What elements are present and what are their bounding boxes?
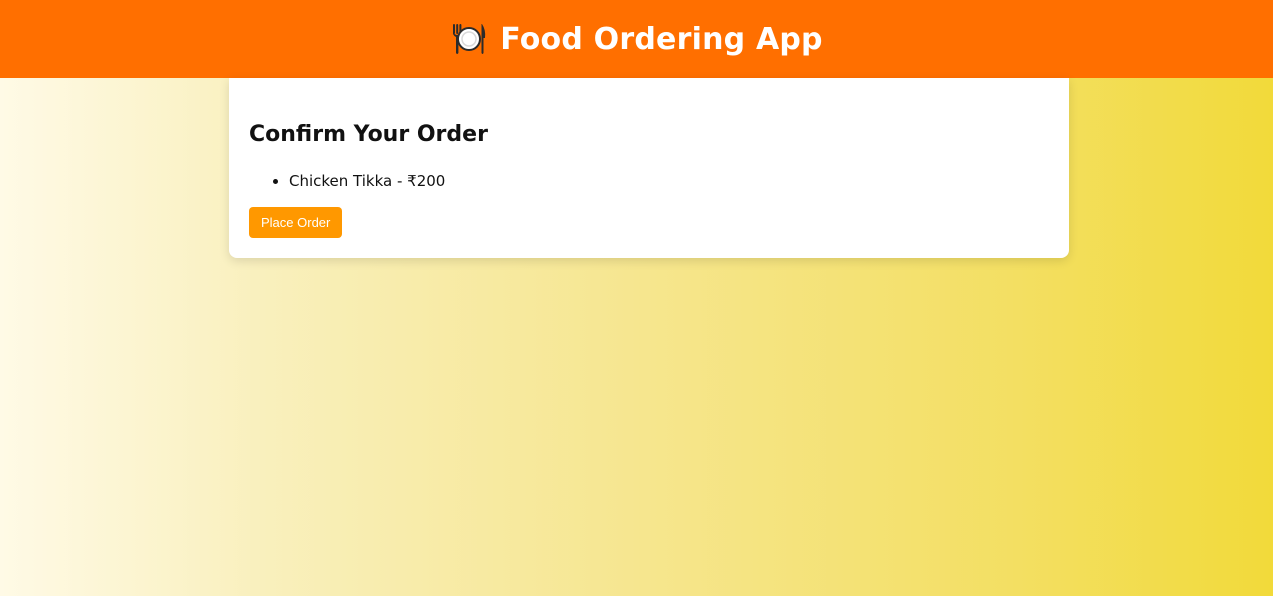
header-brand: Food Ordering App — [450, 20, 823, 58]
fork-knife-plate-icon — [450, 20, 488, 58]
order-items-list: Chicken Tikka - ₹200 — [269, 171, 445, 191]
confirm-order-heading: Confirm Your Order — [249, 122, 488, 147]
app-header: Food Ordering App — [0, 0, 1273, 78]
app-title: Food Ordering App — [500, 21, 823, 57]
place-order-button[interactable]: Place Order — [249, 207, 343, 238]
order-item: Chicken Tikka - ₹200 — [289, 171, 445, 191]
order-confirmation-card: Confirm Your Order Chicken Tikka - ₹200 … — [229, 78, 1069, 258]
